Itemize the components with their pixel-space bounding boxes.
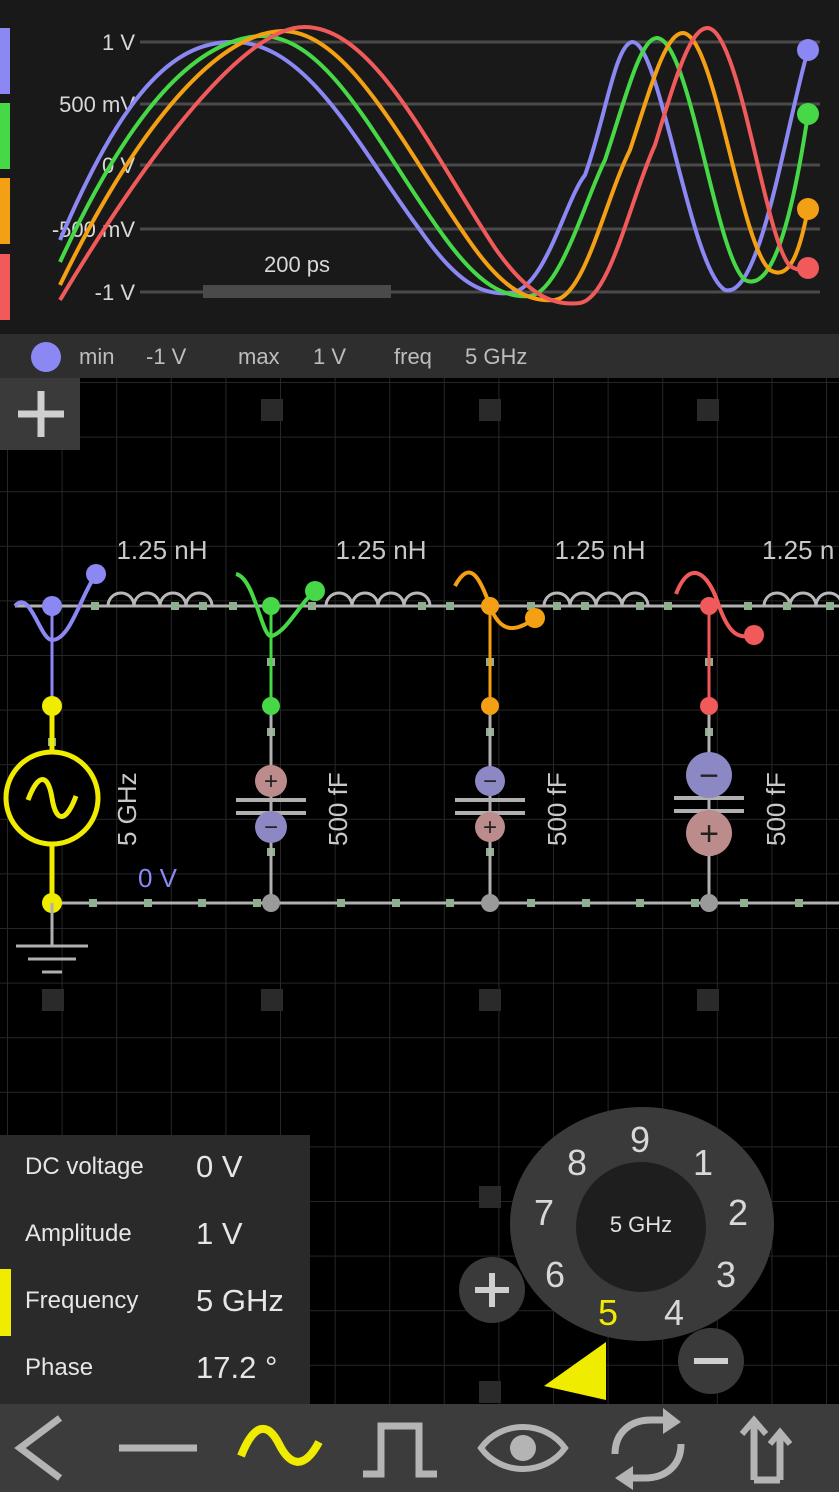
capacitor-2-value: 500 fF [542, 772, 572, 846]
back-icon [14, 1415, 63, 1481]
trace-color-bar-4 [0, 254, 10, 320]
flip-icon [739, 1415, 793, 1484]
pulse-source-button[interactable] [345, 1404, 455, 1492]
pulse-source-icon [363, 1422, 437, 1478]
dial-pointer-icon [544, 1342, 606, 1400]
increment-button[interactable] [459, 1257, 525, 1323]
property-label: DC voltage [25, 1153, 144, 1180]
inductor-2-value: 1.25 nH [335, 535, 426, 565]
eye-icon [477, 1424, 569, 1472]
add-component-button[interactable] [0, 378, 80, 450]
dial-digit-selected[interactable]: 5 [588, 1292, 628, 1334]
property-value: 0 V [196, 1149, 243, 1184]
trace-end-green [797, 103, 819, 125]
capacitor-3-value: 500 fF [761, 772, 791, 846]
source-frequency-label: 5 GHz [112, 772, 142, 846]
time-scale-label: 200 ps [264, 252, 330, 277]
freq-label: freq [394, 344, 432, 369]
trace-color-bar-2 [0, 103, 10, 169]
svg-text:−: − [483, 768, 497, 795]
frequency-dial[interactable]: 5 GHz 9 1 2 3 4 5 6 7 8 [510, 1107, 774, 1341]
property-dc-voltage[interactable]: DC voltage 0 V [0, 1135, 310, 1202]
max-value: 1 V [313, 344, 347, 369]
property-phase[interactable]: Phase 17.2 ° [0, 1336, 310, 1403]
capacitor-1-value: 500 fF [323, 772, 353, 846]
bottom-toolbar [0, 1404, 839, 1492]
oscilloscope-plot: 1 V 500 mV 0 V -500 mV -1 V 200 ps [0, 24, 820, 320]
trace-end-red [797, 257, 819, 279]
trace-end-blue [797, 39, 819, 61]
trace-color-bar-3 [0, 178, 10, 244]
probe-color-dot [31, 342, 61, 372]
svg-text:−: − [264, 814, 278, 841]
svg-text:+: + [483, 814, 497, 841]
rotate-icon [611, 1408, 685, 1490]
wire-tool-button[interactable] [105, 1404, 215, 1492]
y-tick-1: 1 V [102, 30, 135, 55]
probe-info-bar: min -1 V max 1 V freq 5 GHz [0, 334, 839, 378]
property-amplitude[interactable]: Amplitude 1 V [0, 1202, 310, 1269]
svg-text:−: − [699, 757, 719, 795]
inductor-1-value: 1.25 nH [116, 535, 207, 565]
dial-digit[interactable]: 6 [535, 1254, 575, 1296]
property-frequency[interactable]: Frequency 5 GHz [0, 1269, 310, 1336]
property-label: Frequency [25, 1287, 139, 1314]
min-label: min [79, 344, 115, 369]
back-button[interactable] [0, 1404, 110, 1492]
dial-digit[interactable]: 8 [557, 1142, 597, 1184]
plus-icon [18, 391, 64, 437]
time-scale-bar [203, 285, 391, 298]
svg-text:+: + [264, 768, 278, 795]
dial-digit[interactable]: 1 [683, 1142, 723, 1184]
sine-source-button[interactable] [225, 1404, 335, 1492]
inductor-4-value: 1.25 n [762, 535, 834, 565]
svg-text:+: + [699, 815, 719, 853]
minus-icon [694, 1358, 728, 1364]
oscilloscope-panel[interactable]: 1 V 500 mV 0 V -500 mV -1 V 200 ps [0, 0, 839, 334]
dial-digit[interactable]: 3 [706, 1254, 746, 1296]
dial-digit[interactable]: 7 [524, 1192, 564, 1234]
trace-color-bar-1 [0, 28, 10, 94]
freq-value: 5 GHz [465, 344, 528, 369]
trace-end-orange [797, 198, 819, 220]
properties-panel: DC voltage 0 V Amplitude 1 V Frequency 5… [0, 1135, 310, 1404]
inductor-3-value: 1.25 nH [554, 535, 645, 565]
plus-icon [475, 1273, 509, 1307]
dial-value: 5 GHz [609, 1212, 673, 1237]
property-value: 1 V [196, 1216, 243, 1251]
property-label: Amplitude [25, 1220, 132, 1247]
wire-icon [119, 1444, 197, 1452]
max-label: max [238, 344, 280, 369]
dial-digit[interactable]: 4 [654, 1292, 694, 1334]
sine-source-icon [237, 1424, 323, 1466]
property-value: 17.2 ° [196, 1350, 278, 1385]
decrement-button[interactable] [678, 1328, 744, 1394]
selected-indicator [0, 1269, 11, 1336]
flip-button[interactable] [720, 1404, 830, 1492]
dial-digit[interactable]: 9 [620, 1119, 660, 1161]
rotate-button[interactable] [595, 1404, 705, 1492]
node-voltage-label: 0 V [138, 863, 178, 893]
dial-digit[interactable]: 2 [718, 1192, 758, 1234]
trace-blue [58, 39, 810, 296]
view-button[interactable] [465, 1404, 575, 1492]
property-value: 5 GHz [196, 1283, 284, 1318]
property-label: Phase [25, 1354, 94, 1381]
min-value: -1 V [146, 344, 187, 369]
y-tick-5: -1 V [95, 280, 136, 305]
